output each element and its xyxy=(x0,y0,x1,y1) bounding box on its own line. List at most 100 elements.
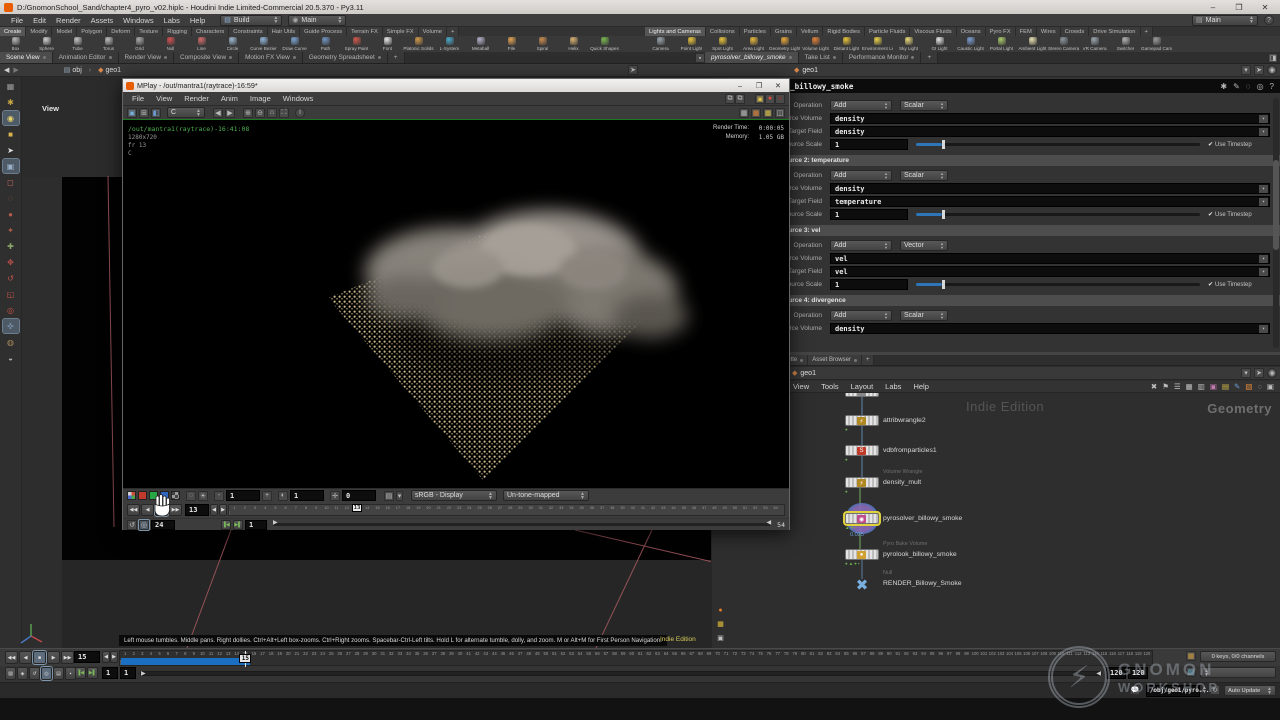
menu-windows[interactable]: Windows xyxy=(118,16,158,25)
pose-icon[interactable]: ✚ xyxy=(3,239,19,253)
shelf-tool-ambient-light[interactable]: Ambient Light xyxy=(1017,36,1048,52)
target-field-field-0[interactable]: density▾ xyxy=(830,126,1270,137)
network-graph[interactable]: Indie Edition Geometry ⚡attribwrangle2●S… xyxy=(728,393,1280,648)
range-start-button[interactable]: ▐◀ xyxy=(75,667,86,679)
scene-selector[interactable]: ◉ Main▲▼ xyxy=(288,15,346,26)
mplay-menu-image[interactable]: Image xyxy=(245,94,276,103)
home-view-icon[interactable]: ⌂ xyxy=(267,108,277,118)
list-icon[interactable]: ☰ xyxy=(1174,382,1181,391)
realtime-icon[interactable]: ◎ xyxy=(139,520,149,530)
contrast-field[interactable]: 1 xyxy=(290,490,324,501)
range-start-field[interactable]: 1 xyxy=(120,667,136,679)
mplay-range-start-field[interactable]: 1 xyxy=(245,520,267,530)
pin-icon[interactable]: ➤ xyxy=(628,65,638,75)
shelf-tab-deform[interactable]: Deform xyxy=(107,27,135,36)
shelf-tab-modify[interactable]: Modify xyxy=(26,27,52,36)
shelf-tab-particle-fluids[interactable]: Particle Fluids xyxy=(865,27,910,36)
grid-layout-icon[interactable]: ▦ xyxy=(714,618,727,630)
laser-pick-icon[interactable]: ✦ xyxy=(3,223,19,237)
mplay-window[interactable]: MPlay - /out/mantra1(raytrace)-16:59* – … xyxy=(122,78,790,530)
image-view-icon[interactable]: ▣ xyxy=(127,108,137,118)
keys-summary[interactable]: 0 keys, 0/0 channels xyxy=(1200,651,1276,662)
pane-tab-composite-view[interactable]: Composite View xyxy=(174,52,239,63)
mplay-step-fwd[interactable]: ▶ xyxy=(219,504,227,516)
menu-render[interactable]: Render xyxy=(51,16,86,25)
source-scale-slider-1[interactable] xyxy=(916,213,1200,216)
node-pyrosolver-billowy-smoke[interactable]: ◉ xyxy=(845,513,879,524)
realtime-toggle-icon[interactable]: ◎ xyxy=(41,667,52,680)
global-end-field[interactable]: 120 xyxy=(1128,667,1148,679)
operation-select-3[interactable]: Add▲ ▼ xyxy=(830,310,892,321)
shelf-tool-switcher[interactable]: Switcher xyxy=(1110,36,1141,52)
translate-tool-icon[interactable]: ✥ xyxy=(3,255,19,269)
shelf-tool-point-light[interactable]: Point Light xyxy=(676,36,707,52)
sticky-note-icon[interactable]: ▤ xyxy=(1222,382,1229,391)
pivot-tool-icon[interactable]: ◎ xyxy=(3,303,19,317)
images-icon[interactable]: ▣ xyxy=(1210,382,1217,391)
key-all-channels[interactable]: ▲▼ xyxy=(1200,667,1276,678)
scale-tool-icon[interactable]: ◱ xyxy=(3,287,19,301)
rgba-swatch-icon[interactable] xyxy=(127,491,136,500)
play-button[interactable]: ▶ xyxy=(47,651,60,664)
grid-view-icon[interactable]: ▦ xyxy=(1186,382,1193,391)
shelf-tool-stereo-camera[interactable]: Stereo Camera xyxy=(1048,36,1079,52)
shelf-tab-viscous-fluids[interactable]: Viscous Fluids xyxy=(910,27,956,36)
to-end-button[interactable]: ▶▶ xyxy=(61,651,74,664)
lut-dropdown-icon[interactable]: ▾ xyxy=(396,491,403,501)
mplay-range-end-btn[interactable]: ▶▌ xyxy=(233,520,243,530)
shelf-tool-box[interactable]: Box xyxy=(0,36,31,52)
menu-edit[interactable]: Edit xyxy=(28,16,51,25)
exposure-icon[interactable]: ☀ xyxy=(198,491,208,501)
shelf-tool-gamepad-camera[interactable]: Gamepad Camera xyxy=(1141,36,1172,52)
network-tab-item[interactable]: + xyxy=(862,355,875,365)
network-menu-layout[interactable]: Layout xyxy=(846,382,879,391)
shelf-tool-sky-light[interactable]: Sky Light xyxy=(893,36,924,52)
maximize-button[interactable]: ❐ xyxy=(1228,1,1250,13)
pane-tab-animation-editor[interactable]: Animation Editor xyxy=(53,52,119,63)
shelf-tool-torus[interactable]: Torus xyxy=(93,36,124,52)
pane-tab-pyrosolver-billowy-smoke[interactable]: pyrosolver_billowy_smoke xyxy=(705,52,799,63)
shelf-tab-item[interactable]: + xyxy=(447,27,459,36)
shelf-tab-create[interactable]: Create xyxy=(0,27,26,36)
shelf-tab-rigging[interactable]: Rigging xyxy=(163,27,192,36)
network-menu-labs[interactable]: Labs xyxy=(880,382,906,391)
shelf-tool-spot-light[interactable]: Spot Light xyxy=(707,36,738,52)
offset-field[interactable]: 0 xyxy=(342,490,376,501)
shelf-tool-line[interactable]: Line xyxy=(186,36,217,52)
use-timestep-checkbox-1[interactable]: ✔Use Timestep xyxy=(1208,211,1270,218)
shelf-tool-geometry-light[interactable]: Geometry Light xyxy=(769,36,800,52)
zoom-in-icon[interactable]: ⊕ xyxy=(243,108,253,118)
shelf-tab-rigid-bodies[interactable]: Rigid Bodies xyxy=(823,27,865,36)
node-render-billowy-smoke[interactable]: ✖ xyxy=(847,578,877,594)
mplay-snapshot-icon[interactable]: ▣ xyxy=(755,94,765,104)
tile-view-icon[interactable]: ⊞ xyxy=(139,108,149,118)
pane-tab-render-view[interactable]: Render View xyxy=(119,52,174,63)
shelf-tab-vellum[interactable]: Vellum xyxy=(797,27,823,36)
network-tab-asset-browser[interactable]: Asset Browser xyxy=(808,355,862,365)
colorspace-selector[interactable]: sRGB - Display▲▼ xyxy=(411,490,497,501)
network-path[interactable]: geo1 xyxy=(800,370,816,377)
shelf-tool-spray-paint[interactable]: Spray Paint xyxy=(341,36,372,52)
node-attribwrangle2[interactable]: ⚡ xyxy=(845,415,879,426)
network-menu-tools[interactable]: Tools xyxy=(816,382,844,391)
inspect-icon[interactable]: ◌ xyxy=(186,491,196,501)
lock-icon[interactable]: ▣ xyxy=(3,159,19,173)
shelf-tool-helix[interactable]: Helix xyxy=(558,36,589,52)
network-menu-view[interactable]: View xyxy=(788,382,814,391)
shelf-tab-simple-fx[interactable]: Simple FX xyxy=(383,27,419,36)
handles-tool-icon[interactable]: ✜ xyxy=(3,319,19,333)
target-field-field-1[interactable]: temperature▾ xyxy=(830,196,1270,207)
target-field-field-2[interactable]: vel▾ xyxy=(830,266,1270,277)
operation-select-2[interactable]: Add▲ ▼ xyxy=(830,240,892,251)
shelf-tool-circle[interactable]: Circle xyxy=(217,36,248,52)
shelf-tab-lights-and-cameras[interactable]: Lights and Cameras xyxy=(645,27,706,36)
loop-mode-icon[interactable]: ↺ xyxy=(29,667,40,680)
camera-icon[interactable]: ▣ xyxy=(1267,382,1274,391)
pane-split-icon[interactable]: ◨ xyxy=(1268,53,1278,63)
mplay-record-dim-icon[interactable]: ● xyxy=(775,94,785,104)
shelf-tool-sphere[interactable]: Sphere xyxy=(31,36,62,52)
mplay-menu-file[interactable]: File xyxy=(127,94,149,103)
shelf-tab-volume[interactable]: Volume xyxy=(419,27,447,36)
snapshot-icon[interactable]: ▣ xyxy=(714,632,727,644)
shelf-tab-grains[interactable]: Grains xyxy=(771,27,797,36)
